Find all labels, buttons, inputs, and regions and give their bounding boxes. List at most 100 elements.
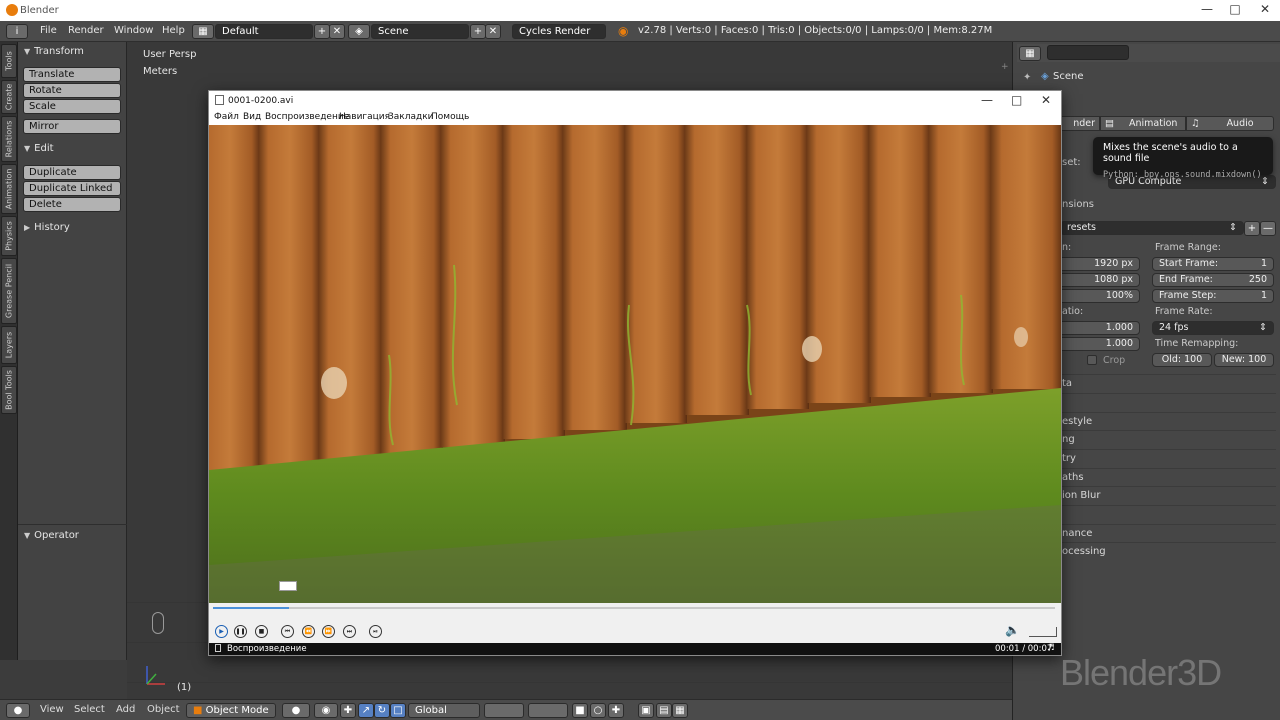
rotate-button[interactable]: Rotate: [23, 83, 121, 98]
menu-object[interactable]: Object: [147, 704, 180, 715]
frame-step-field[interactable]: Frame Step: 1: [1152, 289, 1274, 303]
duplicate-button[interactable]: Duplicate: [23, 165, 121, 180]
aspect-x-field[interactable]: 1.000: [1058, 321, 1140, 335]
maximize-button[interactable]: □: [1220, 2, 1250, 18]
resolution-x-field[interactable]: 1920 px: [1058, 257, 1140, 271]
seek-bar[interactable]: [213, 607, 1055, 609]
delete-button[interactable]: Delete: [23, 197, 121, 212]
manipulator-toggle[interactable]: ✚: [340, 703, 356, 718]
mirror-button[interactable]: Mirror: [23, 119, 121, 134]
operator-panel-header[interactable]: ▼ Operator: [18, 528, 127, 546]
output-panel-header[interactable]: [1052, 393, 1276, 411]
proportional-edit-icon[interactable]: ○: [590, 703, 606, 718]
tab-layers[interactable]: Layers: [1, 326, 17, 364]
viewport-shading-select[interactable]: ●: [282, 703, 310, 718]
rotate-manipulator-icon[interactable]: ↻: [374, 703, 390, 718]
tab-bool-tools[interactable]: Bool Tools: [1, 366, 17, 414]
next-button[interactable]: ⏭: [343, 625, 356, 638]
menu-file[interactable]: File: [40, 25, 57, 36]
translate-button[interactable]: Translate: [23, 67, 121, 82]
screen-layout-icon[interactable]: ▦: [192, 24, 214, 39]
menu-render[interactable]: Render: [68, 25, 104, 36]
media-player-window[interactable]: 0001-0200.avi — □ ✕ Файл Вид Воспроизвед…: [208, 90, 1062, 656]
metadata-panel-header[interactable]: ta: [1052, 374, 1276, 392]
close-button[interactable]: ✕: [1250, 2, 1280, 18]
remove-preset-icon[interactable]: —: [1260, 221, 1276, 236]
player-menu-bookmarks[interactable]: Закладки: [388, 112, 434, 122]
scale-manipulator-icon[interactable]: □: [390, 703, 406, 718]
post-processing-panel-header[interactable]: ocessing: [1052, 542, 1276, 560]
context-tabs[interactable]: [1047, 45, 1129, 60]
forward-button[interactable]: ⏩: [322, 625, 335, 638]
add-layout-icon[interactable]: +: [314, 24, 330, 39]
freestyle-panel-header[interactable]: estyle: [1052, 412, 1276, 430]
motion-blur-panel-header[interactable]: ion Blur: [1052, 486, 1276, 504]
menu-help[interactable]: Help: [162, 25, 185, 36]
frame-step-button[interactable]: ⏯: [369, 625, 382, 638]
mode-select[interactable]: ■ Object Mode: [186, 703, 276, 718]
render-presets-select[interactable]: resets ⇕: [1060, 221, 1244, 235]
previous-button[interactable]: ⏮: [281, 625, 294, 638]
scene-field[interactable]: Scene: [371, 24, 469, 39]
render-engine-select[interactable]: Cycles Render: [512, 24, 606, 39]
time-remap-new-field[interactable]: New: 100: [1214, 353, 1274, 367]
editor-type-properties-icon[interactable]: ▦: [1019, 46, 1041, 61]
player-menu-help[interactable]: Помощь: [431, 112, 469, 122]
sampling-panel-header[interactable]: ng: [1052, 430, 1276, 448]
transform-orientation-select[interactable]: Global: [408, 703, 480, 718]
player-menu-navigation[interactable]: Навигация: [339, 112, 390, 122]
player-menu-view[interactable]: Вид: [243, 112, 261, 122]
dimensions-panel-header[interactable]: nsions: [1062, 199, 1094, 210]
tab-animation[interactable]: Animation: [1, 164, 17, 214]
tool-shelf-toggle-icon[interactable]: +: [1001, 62, 1009, 72]
tab-grease-pencil[interactable]: Grease Pencil: [1, 258, 17, 324]
menu-select[interactable]: Select: [74, 704, 105, 715]
scene-icon[interactable]: ◈: [348, 24, 370, 39]
tab-relations[interactable]: Relations: [1, 116, 17, 162]
play-button[interactable]: ▶: [215, 625, 228, 638]
snap-icon[interactable]: ✚: [608, 703, 624, 718]
stop-button[interactable]: ■: [255, 625, 268, 638]
light-paths-panel-header[interactable]: aths: [1052, 468, 1276, 486]
layer-lock-icon[interactable]: ■: [572, 703, 588, 718]
resolution-y-field[interactable]: 1080 px: [1058, 273, 1140, 287]
tab-create[interactable]: Create: [1, 80, 17, 114]
history-panel-header[interactable]: ▶ History: [18, 220, 127, 238]
volume-slider[interactable]: [1029, 627, 1057, 637]
player-menu-file[interactable]: Файл: [214, 112, 239, 122]
end-frame-field[interactable]: End Frame: 250: [1152, 273, 1274, 287]
editor-type-3d-view-icon[interactable]: ●: [6, 703, 30, 718]
aspect-y-field[interactable]: 1.000: [1058, 337, 1140, 351]
crop-checkbox[interactable]: [1087, 355, 1097, 365]
resolution-percent-field[interactable]: 100%: [1058, 289, 1140, 303]
audio-button[interactable]: ♫ Audio: [1186, 116, 1274, 131]
pause-button[interactable]: ❚❚: [234, 625, 247, 638]
menu-view[interactable]: View: [40, 704, 64, 715]
time-remap-old-field[interactable]: Old: 100: [1152, 353, 1212, 367]
remove-layout-icon[interactable]: ✕: [329, 24, 345, 39]
layers-grid-2[interactable]: [528, 703, 568, 718]
tab-physics[interactable]: Physics: [1, 216, 17, 256]
add-preset-icon[interactable]: +: [1244, 221, 1260, 236]
performance-panel-header[interactable]: nance: [1052, 524, 1276, 542]
edit-panel-header[interactable]: ▼ Edit: [18, 141, 127, 159]
frame-rate-select[interactable]: 24 fps ⇕: [1152, 321, 1274, 335]
layers-grid-1[interactable]: [484, 703, 524, 718]
remove-scene-icon[interactable]: ✕: [485, 24, 501, 39]
player-close-button[interactable]: ✕: [1041, 93, 1051, 107]
start-frame-field[interactable]: Start Frame: 1: [1152, 257, 1274, 271]
animation-button[interactable]: ▤ Animation: [1100, 116, 1186, 131]
render-preview-icon[interactable]: ▣: [638, 703, 654, 718]
player-minimize-button[interactable]: —: [981, 93, 993, 107]
minimize-button[interactable]: —: [1192, 2, 1222, 18]
transform-panel-header[interactable]: ▼ Transform: [18, 44, 127, 62]
tab-tools[interactable]: Tools: [1, 44, 17, 78]
video-frame[interactable]: [209, 125, 1061, 603]
player-menu-playback[interactable]: Воспроизведение: [265, 112, 349, 122]
translate-manipulator-icon[interactable]: ↗: [358, 703, 374, 718]
duplicate-linked-button[interactable]: Duplicate Linked: [23, 181, 121, 196]
menu-window[interactable]: Window: [114, 25, 153, 36]
volume-icon[interactable]: 🔈: [1005, 623, 1020, 637]
render-animation-icon[interactable]: ▤: [656, 703, 672, 718]
screen-layout-field[interactable]: Default: [215, 24, 313, 39]
